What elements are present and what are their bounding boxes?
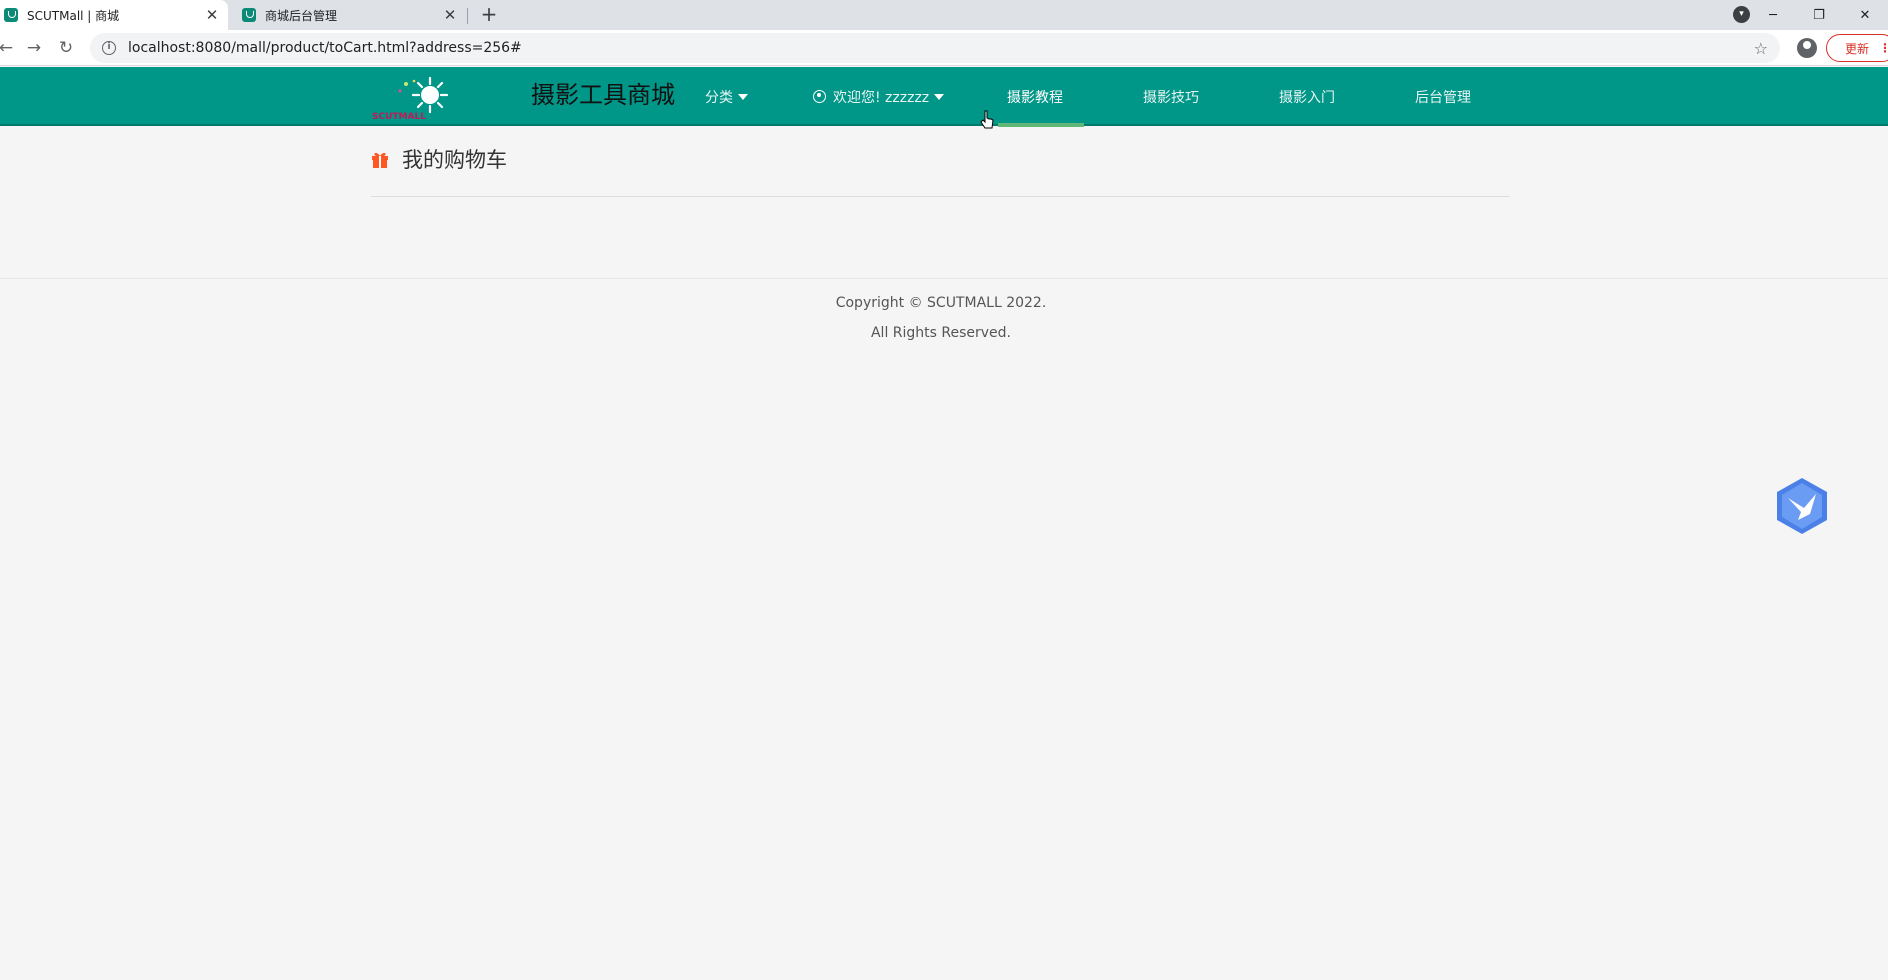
- tab-scutmall[interactable]: SCUTMall | 商城 ✕: [0, 0, 228, 30]
- nav-skills-label: 摄影技巧: [1143, 89, 1199, 106]
- floating-assistant-icon[interactable]: [1774, 476, 1830, 536]
- more-menu-icon: ⋮: [1879, 41, 1888, 55]
- mouse-cursor-icon: [980, 110, 994, 129]
- nav-intro[interactable]: 摄影入门: [1279, 67, 1335, 126]
- brand-title[interactable]: 摄影工具商城: [531, 75, 675, 110]
- browser-toolbar: ← → ↻ i localhost:8080/mall/product/toCa…: [0, 30, 1888, 66]
- forward-arrow-icon[interactable]: →: [22, 36, 46, 60]
- update-button[interactable]: 更新 ⋮: [1826, 34, 1888, 62]
- cart-header: 我的购物车: [370, 144, 507, 174]
- nav-intro-label: 摄影入门: [1279, 89, 1335, 106]
- caret-down-icon: [934, 93, 945, 100]
- footer-divider: [0, 278, 1888, 279]
- site-navbar: SCUTMALL 摄影工具商城 分类 欢迎您! zzzzzz 摄影教程 摄影技巧…: [0, 67, 1888, 127]
- tab-admin[interactable]: 商城后台管理 ✕: [230, 0, 466, 30]
- nav-active-indicator: [998, 123, 1084, 127]
- nav-welcome-label: 欢迎您! zzzzzz: [833, 89, 930, 106]
- nav-category-label: 分类: [705, 89, 733, 106]
- shop-favicon-icon: [4, 8, 18, 22]
- new-tab-button[interactable]: +: [476, 3, 502, 27]
- scutmall-logo[interactable]: SCUTMALL: [370, 77, 454, 121]
- minimize-icon[interactable]: ─: [1750, 8, 1796, 23]
- user-icon: [813, 90, 826, 103]
- nav-user-menu[interactable]: 欢迎您! zzzzzz: [813, 67, 945, 126]
- gift-icon: [372, 152, 388, 168]
- window-controls: ─ ❐ ✕: [1750, 0, 1888, 30]
- nav-category[interactable]: 分类: [705, 67, 748, 126]
- caret-down-icon: [738, 93, 748, 100]
- tab-title: 商城后台管理: [265, 8, 338, 23]
- restore-icon[interactable]: ❐: [1796, 8, 1842, 23]
- nav-admin[interactable]: 后台管理: [1415, 67, 1471, 126]
- tab-separator: [467, 8, 468, 24]
- page-title: 我的购物车: [402, 148, 507, 172]
- browser-tabstrip: SCUTMall | 商城 ✕ 商城后台管理 ✕ + ▾ ─ ❐ ✕: [0, 0, 1888, 30]
- site-info-icon[interactable]: i: [102, 41, 116, 55]
- close-tab-icon[interactable]: ✕: [438, 6, 462, 24]
- logo-text: SCUTMALL: [372, 112, 426, 121]
- close-tab-icon[interactable]: ✕: [200, 6, 224, 24]
- footer-copyright: Copyright © SCUTMALL 2022.: [835, 295, 1047, 311]
- close-window-icon[interactable]: ✕: [1842, 8, 1888, 23]
- title-divider: [371, 196, 1510, 197]
- tab-title: SCUTMall | 商城: [27, 8, 120, 23]
- url-text[interactable]: localhost:8080/mall/product/toCart.html?…: [128, 40, 1754, 56]
- nav-tutorial-label: 摄影教程: [1007, 89, 1063, 106]
- reload-icon[interactable]: ↻: [54, 36, 78, 60]
- bookmark-star-icon[interactable]: ☆: [1754, 39, 1768, 58]
- back-arrow-icon[interactable]: ←: [0, 36, 18, 60]
- tab-search-icon[interactable]: ▾: [1733, 6, 1750, 23]
- profile-avatar-icon[interactable]: [1797, 38, 1817, 58]
- nav-skills[interactable]: 摄影技巧: [1143, 67, 1199, 126]
- update-label: 更新: [1845, 41, 1870, 56]
- footer-rights: All Rights Reserved.: [870, 325, 1012, 341]
- nav-admin-label: 后台管理: [1415, 89, 1471, 106]
- nav-tutorial[interactable]: 摄影教程: [1007, 67, 1063, 126]
- address-bar[interactable]: i localhost:8080/mall/product/toCart.htm…: [90, 33, 1780, 63]
- shop-favicon-icon: [242, 8, 256, 22]
